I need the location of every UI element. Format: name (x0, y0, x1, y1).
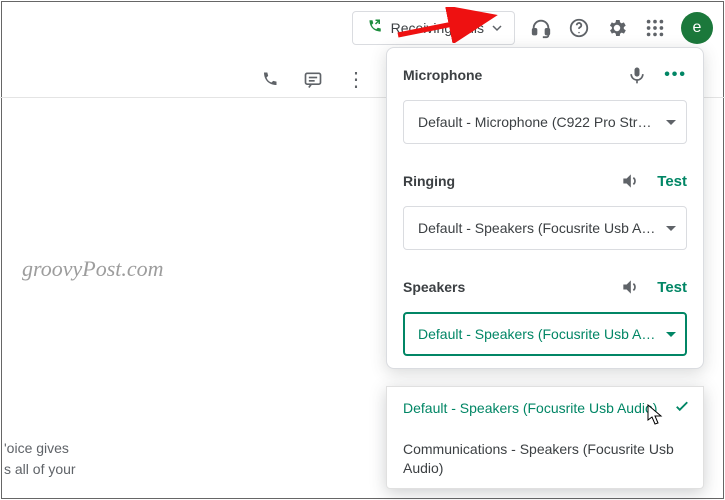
hint-line2: s all of your (4, 459, 76, 480)
more-horizontal-icon[interactable]: ••• (664, 66, 687, 84)
option-label: Default - Speakers (Focusrite Usb Audio) (403, 399, 665, 418)
ringing-section: Ringing Test Default - Speakers (Focusri… (403, 170, 687, 276)
hint-text: 'oice gives s all of your (4, 438, 76, 480)
speaker-option-communications[interactable]: Communications - Speakers (Focusrite Usb… (387, 430, 703, 488)
dropdown-icon (666, 120, 676, 125)
action-row: ⋮ (0, 60, 380, 100)
more-icon[interactable]: ⋮ (346, 70, 366, 90)
dropdown-icon (666, 332, 676, 337)
phone-icon[interactable] (258, 69, 280, 91)
microphone-select[interactable]: Default - Microphone (C922 Pro Strea... (403, 100, 687, 144)
help-icon[interactable] (567, 16, 591, 40)
ringing-select[interactable]: Default - Speakers (Focusrite Usb Aud... (403, 206, 687, 250)
ringing-value: Default - Speakers (Focusrite Usb Aud... (418, 220, 658, 236)
volume-icon (619, 170, 641, 192)
receiving-calls-chip[interactable]: Receiving calls (352, 11, 515, 45)
chevron-down-icon (492, 20, 502, 36)
dropdown-icon (666, 226, 676, 231)
ringing-title: Ringing (403, 173, 455, 189)
microphone-value: Default - Microphone (C922 Pro Strea... (418, 114, 658, 130)
gear-icon[interactable] (605, 16, 629, 40)
check-icon (673, 397, 691, 420)
hint-line1: 'oice gives (4, 438, 76, 459)
speakers-dropdown: Default - Speakers (Focusrite Usb Audio)… (386, 386, 704, 489)
speaker-option-default[interactable]: Default - Speakers (Focusrite Usb Audio) (387, 387, 703, 430)
speakers-section: Speakers Test Default - Speakers (Focusr… (403, 276, 687, 368)
audio-settings-panel: Microphone ••• Default - Microphone (C92… (386, 47, 704, 369)
microphone-title: Microphone (403, 67, 482, 83)
avatar-initial: e (693, 19, 702, 37)
volume-icon (619, 276, 641, 298)
option-label: Communications - Speakers (Focusrite Usb… (403, 440, 691, 478)
message-icon[interactable] (302, 69, 324, 91)
ringing-test-button[interactable]: Test (657, 173, 687, 190)
mic-icon[interactable] (626, 64, 648, 86)
microphone-section: Microphone ••• Default - Microphone (C92… (403, 64, 687, 170)
apps-icon[interactable] (643, 16, 667, 40)
watermark: groovyPost.com (22, 256, 164, 282)
headset-icon[interactable] (529, 16, 553, 40)
speakers-value: Default - Speakers (Focusrite Usb Aud... (418, 326, 658, 342)
speakers-title: Speakers (403, 279, 465, 295)
phone-forward-icon (365, 18, 383, 39)
speakers-test-button[interactable]: Test (657, 279, 687, 296)
receiving-label: Receiving calls (391, 20, 484, 36)
avatar[interactable]: e (681, 12, 713, 44)
speakers-select[interactable]: Default - Speakers (Focusrite Usb Aud... (403, 312, 687, 356)
